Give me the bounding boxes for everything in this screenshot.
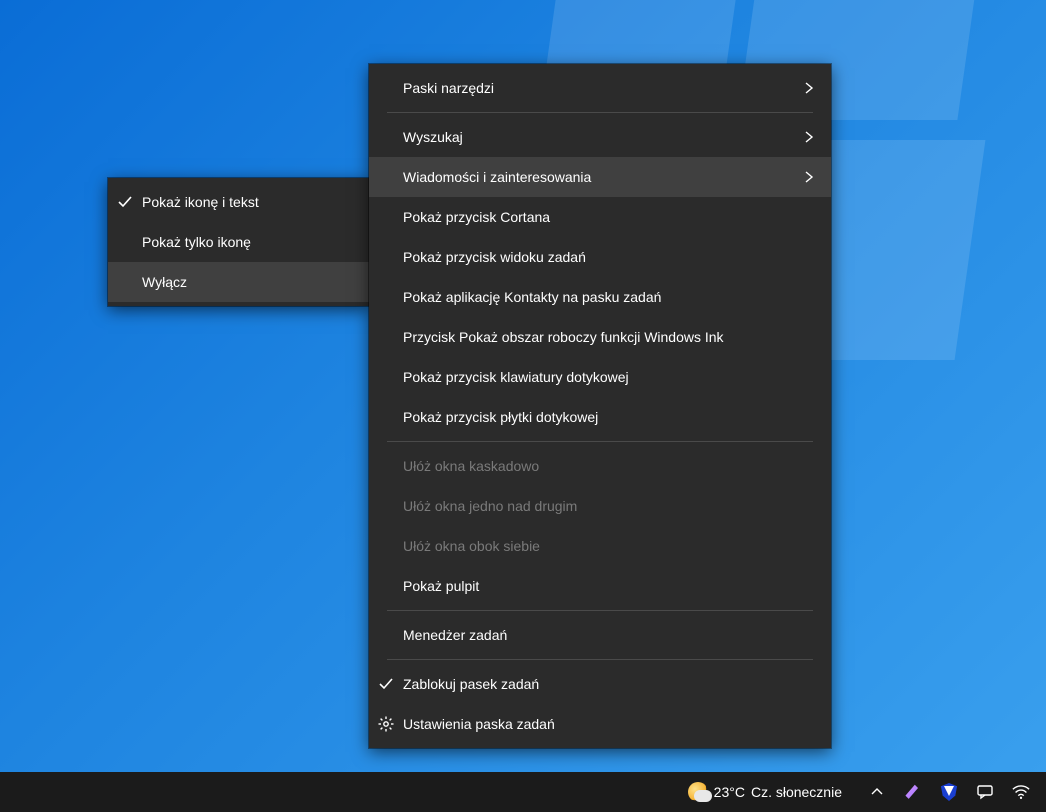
menu-item-label: Pokaż przycisk widoku zadań bbox=[403, 249, 586, 265]
menu-item-label: Ułóż okna kaskadowo bbox=[403, 458, 539, 474]
chevron-right-icon bbox=[803, 131, 815, 143]
menu-item-label: Paski narzędzi bbox=[403, 80, 494, 96]
menu-item-label: Przycisk Pokaż obszar roboczy funkcji Wi… bbox=[403, 329, 724, 345]
menu-item-toolbars[interactable]: Paski narzędzi bbox=[369, 68, 831, 108]
menu-item-touch-keyboard[interactable]: Pokaż przycisk klawiatury dotykowej bbox=[369, 357, 831, 397]
menu-item-ink-workspace[interactable]: Przycisk Pokaż obszar roboczy funkcji Wi… bbox=[369, 317, 831, 357]
menu-item-label: Menedżer zadań bbox=[403, 627, 507, 643]
menu-item-label: Pokaż pulpit bbox=[403, 578, 479, 594]
menu-item-label: Pokaż przycisk klawiatury dotykowej bbox=[403, 369, 629, 385]
menu-item-label: Pokaż przycisk płytki dotykowej bbox=[403, 409, 598, 425]
menu-item-label: Zablokuj pasek zadań bbox=[403, 676, 539, 692]
menu-item-label: Ułóż okna jedno nad drugim bbox=[403, 498, 577, 514]
taskbar[interactable]: 23°C Cz. słonecznie bbox=[0, 772, 1046, 812]
menu-item-lock-taskbar[interactable]: Zablokuj pasek zadań bbox=[369, 664, 831, 704]
menu-item-news-interests[interactable]: Wiadomości i zainteresowania bbox=[369, 157, 831, 197]
weather-temp: 23°C bbox=[714, 784, 745, 800]
tray-pen-icon[interactable] bbox=[904, 783, 922, 801]
menu-item-label: Wyszukaj bbox=[403, 129, 463, 145]
menu-item-label: Pokaż przycisk Cortana bbox=[403, 209, 550, 225]
tray-shield-icon[interactable] bbox=[940, 783, 958, 801]
menu-item-touchpad[interactable]: Pokaż przycisk płytki dotykowej bbox=[369, 397, 831, 437]
menu-item-cascade: Ułóż okna kaskadowo bbox=[369, 446, 831, 486]
submenu-item-show-icon-text[interactable]: Pokaż ikonę i tekst bbox=[108, 182, 370, 222]
check-icon bbox=[116, 193, 134, 211]
check-icon bbox=[377, 675, 395, 693]
menu-item-label: Wiadomości i zainteresowania bbox=[403, 169, 591, 185]
menu-item-search[interactable]: Wyszukaj bbox=[369, 117, 831, 157]
tray-chevron-up-icon[interactable] bbox=[868, 783, 886, 801]
gear-icon bbox=[377, 715, 395, 733]
tray-wifi-icon[interactable] bbox=[1012, 783, 1030, 801]
menu-item-task-view[interactable]: Pokaż przycisk widoku zadań bbox=[369, 237, 831, 277]
menu-item-cortana[interactable]: Pokaż przycisk Cortana bbox=[369, 197, 831, 237]
menu-item-task-manager[interactable]: Menedżer zadań bbox=[369, 615, 831, 655]
menu-separator bbox=[387, 112, 813, 113]
menu-item-stack: Ułóż okna jedno nad drugim bbox=[369, 486, 831, 526]
submenu-item-label: Pokaż ikonę i tekst bbox=[142, 194, 259, 210]
taskbar-weather[interactable]: 23°C Cz. słonecznie bbox=[676, 772, 854, 812]
submenu-news-interests: Pokaż ikonę i tekst Pokaż tylko ikonę Wy… bbox=[108, 178, 370, 306]
menu-item-people[interactable]: Pokaż aplikację Kontakty na pasku zadań bbox=[369, 277, 831, 317]
menu-item-label: Pokaż aplikację Kontakty na pasku zadań bbox=[403, 289, 661, 305]
tray-action-center-icon[interactable] bbox=[976, 783, 994, 801]
chevron-right-icon bbox=[803, 171, 815, 183]
menu-item-label: Ustawienia paska zadań bbox=[403, 716, 555, 732]
menu-item-show-desktop[interactable]: Pokaż pulpit bbox=[369, 566, 831, 606]
menu-item-label: Ułóż okna obok siebie bbox=[403, 538, 540, 554]
menu-separator bbox=[387, 441, 813, 442]
menu-item-side-by-side: Ułóż okna obok siebie bbox=[369, 526, 831, 566]
taskbar-context-menu: Paski narzędzi Wyszukaj Wiadomości i zai… bbox=[369, 64, 831, 748]
system-tray bbox=[854, 772, 1040, 812]
weather-desc: Cz. słonecznie bbox=[751, 784, 842, 800]
submenu-item-label: Wyłącz bbox=[142, 274, 187, 290]
submenu-item-show-icon-only[interactable]: Pokaż tylko ikonę bbox=[108, 222, 370, 262]
submenu-item-label: Pokaż tylko ikonę bbox=[142, 234, 251, 250]
chevron-right-icon bbox=[803, 82, 815, 94]
submenu-item-disable[interactable]: Wyłącz bbox=[108, 262, 370, 302]
menu-item-taskbar-settings[interactable]: Ustawienia paska zadań bbox=[369, 704, 831, 744]
menu-separator bbox=[387, 659, 813, 660]
weather-icon bbox=[688, 782, 708, 802]
menu-separator bbox=[387, 610, 813, 611]
